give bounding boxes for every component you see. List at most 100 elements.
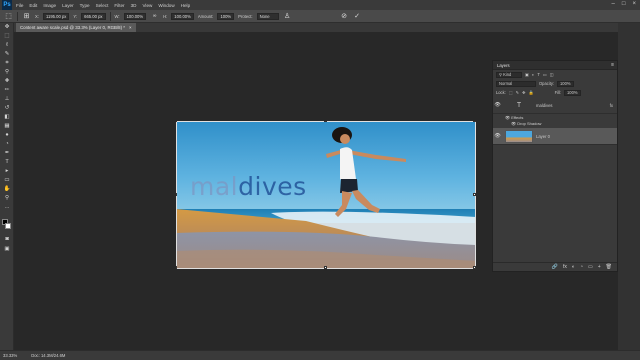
- maldives-text-layer[interactable]: maldives: [190, 172, 307, 201]
- blend-mode-select[interactable]: Normal: [496, 80, 536, 87]
- blend-row: Normal Opacity: 100%: [493, 79, 617, 88]
- marquee-tool-icon[interactable]: ⬚: [2, 33, 12, 41]
- filter-type-icon[interactable]: T: [537, 72, 540, 77]
- blur-tool-icon[interactable]: ●: [2, 132, 12, 140]
- dodge-tool-icon[interactable]: ◔: [2, 141, 12, 149]
- options-bar: ⬚ ⊞ X: 1195.00 px Y: 665.00 px W: 100.00…: [0, 10, 640, 23]
- cancel-transform-icon[interactable]: ⊘: [340, 12, 349, 21]
- headline-part-2: dives: [238, 172, 307, 201]
- stamp-tool-icon[interactable]: ⊥: [2, 96, 12, 104]
- layer-name: Layer 0: [536, 133, 550, 139]
- menu-select[interactable]: Select: [96, 3, 109, 8]
- opacity-field[interactable]: 100%: [557, 80, 574, 87]
- transform-handle-bm[interactable]: [324, 266, 327, 269]
- minimize-button[interactable]: –: [612, 1, 615, 7]
- brush-tool-icon[interactable]: ✏: [2, 87, 12, 95]
- menu-window[interactable]: Window: [158, 3, 174, 8]
- hand-tool-icon[interactable]: ✋: [2, 186, 12, 194]
- y-position-field[interactable]: 665.00 px: [81, 12, 106, 20]
- zoom-level[interactable]: 33.33%: [3, 353, 17, 358]
- quick-mask-icon[interactable]: ◙: [2, 236, 12, 244]
- gradient-tool-icon[interactable]: ▦: [2, 123, 12, 131]
- layer-row-layer-0[interactable]: 👁 Layer 0: [493, 128, 617, 145]
- path-select-tool-icon[interactable]: ▸: [2, 168, 12, 176]
- add-style-icon[interactable]: fx: [563, 264, 567, 270]
- visibility-eye-icon[interactable]: 👁: [493, 102, 502, 108]
- menu-view[interactable]: View: [142, 3, 152, 8]
- history-brush-icon[interactable]: ↺: [2, 105, 12, 113]
- protect-select[interactable]: None: [256, 12, 279, 20]
- add-mask-icon[interactable]: ◐: [572, 264, 575, 270]
- w-label: W:: [114, 13, 120, 19]
- link-icon[interactable]: ∞: [150, 12, 159, 21]
- filter-adjust-icon[interactable]: ◐: [532, 72, 534, 77]
- lasso-tool-icon[interactable]: ℓ: [2, 42, 12, 50]
- transform-handle-tr[interactable]: [473, 121, 476, 122]
- fx-badge[interactable]: fx: [610, 103, 613, 108]
- eraser-tool-icon[interactable]: ◧: [2, 114, 12, 122]
- transform-handle-tl[interactable]: [176, 121, 177, 122]
- close-tab-icon[interactable]: ×: [129, 25, 132, 30]
- lock-brush-icon[interactable]: ✎: [516, 90, 519, 95]
- type-tool-icon[interactable]: T: [2, 159, 12, 167]
- document-size-info: Doc: 14.3M/24.6M: [31, 353, 66, 358]
- amount-field[interactable]: 100%: [217, 12, 235, 20]
- x-position-field[interactable]: 1195.00 px: [42, 12, 70, 20]
- shape-tool-icon[interactable]: ▭: [2, 177, 12, 185]
- new-layer-icon[interactable]: +: [598, 264, 601, 270]
- kind-filter-select[interactable]: ⚲ Kind: [496, 71, 522, 78]
- transform-handle-mr[interactable]: [473, 193, 476, 196]
- move-tool-icon[interactable]: ✥: [2, 24, 12, 32]
- menu-help[interactable]: Help: [181, 3, 190, 8]
- delete-layer-icon[interactable]: 🗑: [606, 264, 612, 270]
- reference-point-icon[interactable]: ⊞: [22, 12, 31, 21]
- zoom-tool-icon[interactable]: ⚲: [2, 195, 12, 203]
- headline-part-1: mal: [190, 172, 239, 201]
- kind-label: Kind: [503, 72, 512, 77]
- filter-pixel-icon[interactable]: ▣: [525, 72, 529, 77]
- visibility-eye-icon[interactable]: 👁: [493, 133, 502, 139]
- protect-skin-icon[interactable]: ♙: [283, 12, 292, 21]
- healing-tool-icon[interactable]: ✚: [2, 78, 12, 86]
- width-field[interactable]: 100.00%: [123, 12, 147, 20]
- menu-3d[interactable]: 3D: [131, 3, 137, 8]
- crop-tool-icon[interactable]: ⌗: [2, 60, 12, 68]
- close-window-button[interactable]: ×: [632, 1, 636, 7]
- menu-layer[interactable]: Layer: [62, 3, 74, 8]
- lock-label: Lock:: [496, 90, 506, 95]
- transform-handle-bl[interactable]: [176, 266, 177, 269]
- layer-row-maldives[interactable]: 👁 T maldives fx: [493, 97, 617, 114]
- text-layer-icon: T: [516, 101, 522, 109]
- lock-pixels-icon[interactable]: ⬚: [509, 90, 513, 95]
- transform-handle-br[interactable]: [473, 266, 476, 269]
- height-field[interactable]: 100.00%: [171, 12, 194, 20]
- menu-image[interactable]: Image: [43, 3, 56, 8]
- filter-shape-icon[interactable]: ▭: [543, 72, 547, 77]
- menu-filter[interactable]: Filter: [114, 3, 124, 8]
- quick-select-tool-icon[interactable]: ✎: [2, 51, 12, 59]
- menu-file[interactable]: File: [16, 3, 23, 8]
- new-group-icon[interactable]: ▭: [588, 264, 593, 270]
- background-color-swatch[interactable]: [5, 223, 11, 229]
- transform-handle-tm[interactable]: [324, 121, 327, 122]
- lock-position-icon[interactable]: ✥: [522, 90, 525, 95]
- pen-tool-icon[interactable]: ✒: [2, 150, 12, 158]
- menu-type[interactable]: Type: [80, 3, 90, 8]
- drop-shadow-row[interactable]: 👁 Drop Shadow: [493, 120, 617, 126]
- more-tools-icon[interactable]: …: [2, 204, 12, 212]
- commit-transform-icon[interactable]: ✓: [353, 12, 362, 21]
- menu-edit[interactable]: Edit: [29, 3, 37, 8]
- fill-field[interactable]: 100%: [564, 89, 581, 96]
- filter-smart-icon[interactable]: ◫: [550, 72, 554, 77]
- lock-all-icon[interactable]: 🔒: [529, 90, 534, 96]
- eyedropper-tool-icon[interactable]: ⚲: [2, 69, 12, 77]
- document-tab[interactable]: Content aware scale.psd @ 33.3% (Layer 0…: [16, 23, 136, 32]
- panel-menu-icon[interactable]: ≡: [611, 62, 614, 68]
- maximize-button[interactable]: □: [622, 1, 626, 7]
- effects-label: Effects: [511, 114, 524, 120]
- adjustment-layer-icon[interactable]: ◔: [580, 264, 583, 270]
- link-layers-icon[interactable]: 🔗: [552, 264, 558, 270]
- menu-list: File Edit Image Layer Type Select Filter…: [16, 3, 196, 8]
- screen-mode-icon[interactable]: ▣: [2, 246, 12, 254]
- transform-handle-ml[interactable]: [176, 193, 177, 196]
